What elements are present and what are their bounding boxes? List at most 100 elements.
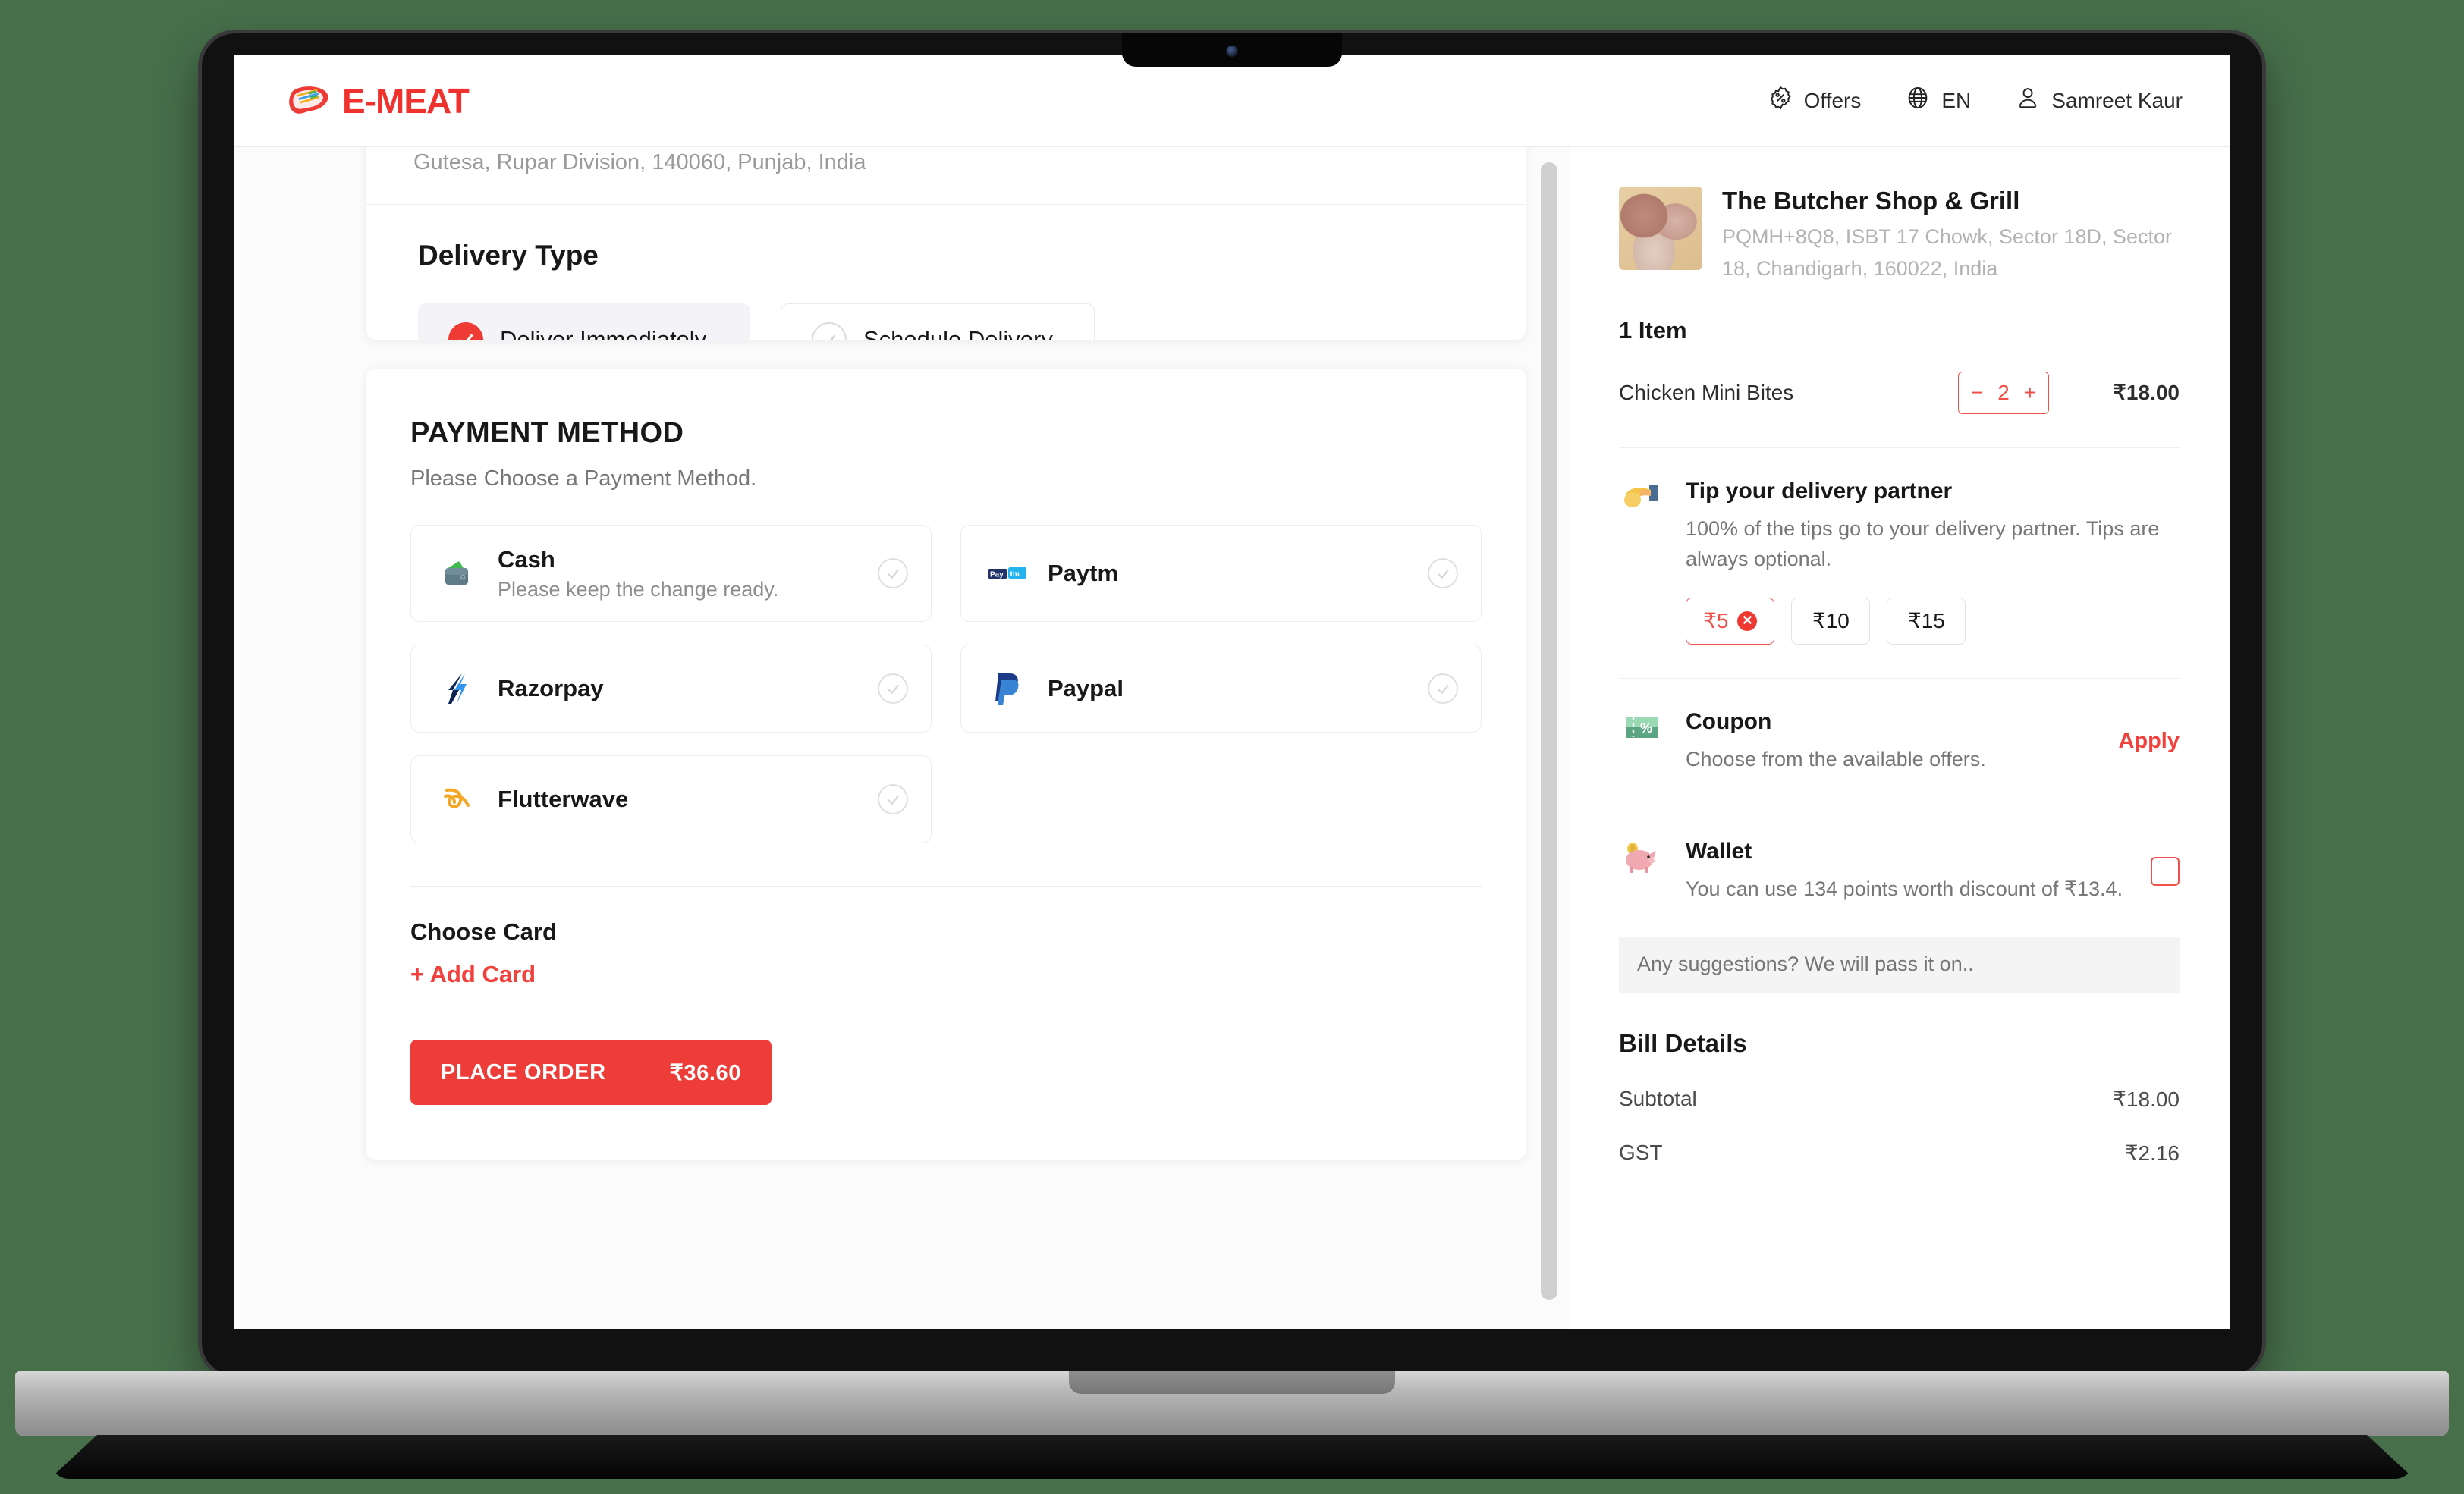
brand-logo[interactable]: E-MEAT: [288, 80, 470, 121]
payment-option-flutterwave[interactable]: Flutterwave: [410, 755, 932, 843]
bill-row-value: ₹2.16: [2124, 1141, 2180, 1165]
quantity-decrease-button[interactable]: −: [1971, 381, 1983, 405]
payment-option-paypal[interactable]: Paypal: [960, 645, 1482, 733]
webcam-icon: [1226, 46, 1238, 57]
quantity-stepper[interactable]: − 2 +: [1958, 371, 2049, 414]
bill-row-label: Subtotal: [1619, 1086, 1697, 1110]
wallet-icon: [437, 553, 478, 594]
laptop-foot: [49, 1435, 2415, 1479]
delivery-type-title: Delivery Type: [418, 240, 599, 271]
user-name: Samreet Kaur: [2051, 88, 2183, 112]
store-thumbnail-image: [1619, 187, 1702, 270]
steak-logo-icon: [288, 86, 332, 116]
header-actions: Offers EN Samreet Kaur: [1768, 85, 2183, 116]
bill-row-value: ₹18.00: [2113, 1087, 2180, 1111]
wallet-title: Wallet: [1686, 839, 1752, 865]
bill-row-label: GST: [1619, 1140, 1663, 1164]
check-circle-outline-icon: [1428, 673, 1458, 704]
place-order-label: PLACE ORDER: [441, 1059, 606, 1084]
tip-option-10[interactable]: ₹10: [1791, 597, 1871, 645]
tip-options: ₹5 ✕ ₹10 ₹15: [1686, 597, 2180, 645]
delivery-address-card: Gutesa, Rupar Division, 140060, Punjab, …: [366, 147, 1526, 340]
payment-method-list: Cash Please keep the change ready. Pay t…: [366, 491, 1526, 843]
site-header: E-MEAT Offers EN Samreet Kaur: [234, 55, 2230, 147]
flutterwave-icon: [437, 779, 478, 820]
delivery-type-options: Deliver Immediately Schedule Delivery: [366, 271, 1526, 340]
payment-option-paytm[interactable]: Pay tm Paytm: [960, 525, 1482, 622]
delivery-option-schedule[interactable]: Schedule Delivery: [781, 303, 1095, 340]
laptop-notch: [1122, 33, 1342, 67]
offers-label: Offers: [1803, 88, 1862, 112]
add-card-button[interactable]: + Add Card: [366, 946, 1526, 988]
payment-method-subtitle: Please Choose a Payment Method.: [410, 466, 757, 491]
payment-option-label: Flutterwave: [498, 786, 629, 812]
laptop-frame: E-MEAT Offers EN Samreet Kaur Gutesa, Ru…: [202, 33, 2262, 1376]
payment-method-title: PAYMENT METHOD: [410, 417, 684, 449]
delivery-option-label: Deliver Immediately: [500, 326, 707, 340]
coupon-description: Choose from the available offers.: [1686, 747, 1986, 771]
wallet-section: Wallet You can use 134 points worth disc…: [1619, 808, 2180, 905]
place-order-amount: ₹36.60: [669, 1060, 741, 1085]
scrollbar-track[interactable]: [1541, 147, 1564, 1329]
check-circle-outline-icon: [878, 673, 908, 704]
tip-description: 100% of the tips go to your delivery par…: [1686, 516, 2160, 571]
payment-option-razorpay[interactable]: Razorpay: [410, 645, 932, 733]
razorpay-icon: [437, 668, 478, 709]
language-label: EN: [1941, 88, 1972, 112]
coupon-section: % Coupon Choose from the available offer…: [1619, 679, 2180, 775]
wallet-checkbox[interactable]: [2151, 857, 2180, 887]
payment-option-label: Paytm: [1048, 560, 1119, 586]
laptop-base-notch: [1069, 1371, 1395, 1394]
svg-text:tm: tm: [1010, 570, 1020, 579]
bill-row-gst: GST ₹2.16: [1619, 1141, 2180, 1166]
store-name: The Butcher Shop & Grill: [1722, 187, 2020, 215]
user-menu[interactable]: Samreet Kaur: [2015, 85, 2183, 116]
apply-coupon-button[interactable]: Apply: [2118, 729, 2180, 754]
payment-option-label: Paypal: [1048, 675, 1124, 701]
quantity-increase-button[interactable]: +: [2024, 381, 2036, 405]
bill-row-subtotal: Subtotal ₹18.00: [1619, 1087, 2180, 1112]
cart-item-row: Chicken Mini Bites − 2 + ₹18.00: [1619, 371, 2180, 414]
svg-text:Pay: Pay: [990, 571, 1004, 579]
delivery-option-label: Schedule Delivery: [863, 326, 1053, 340]
piggy-bank-icon: [1619, 839, 1666, 905]
cart-item-name: Chicken Mini Bites: [1619, 380, 1794, 404]
place-order-button[interactable]: PLACE ORDER ₹36.60: [410, 1040, 772, 1105]
payment-option-cash[interactable]: Cash Please keep the change ready.: [410, 525, 932, 622]
checkout-page: Gutesa, Rupar Division, 140060, Punjab, …: [234, 147, 2230, 1329]
coupon-percent-icon: %: [1619, 709, 1666, 775]
delivery-option-immediate[interactable]: Deliver Immediately: [418, 303, 750, 340]
store-address: PQMH+8Q8, ISBT 17 Chowk, Sector 18D, Sec…: [1722, 225, 2172, 280]
browser-viewport: E-MEAT Offers EN Samreet Kaur Gutesa, Ru…: [234, 55, 2230, 1329]
coupon-title: Coupon: [1686, 708, 1772, 734]
check-circle-filled-icon: [448, 322, 483, 340]
hand-holding-money-icon: [1619, 479, 1666, 645]
store-info: The Butcher Shop & Grill PQMH+8Q8, ISBT …: [1619, 174, 2180, 285]
tip-option-label: ₹10: [1812, 609, 1850, 633]
person-icon: [2015, 85, 2041, 116]
check-circle-outline-icon: [878, 784, 908, 814]
bill-details-title: Bill Details: [1619, 1028, 1747, 1057]
tip-option-15[interactable]: ₹15: [1887, 597, 1966, 645]
checkout-left-column: Gutesa, Rupar Division, 140060, Punjab, …: [234, 147, 1570, 1329]
globe-icon: [1905, 85, 1931, 116]
tip-section: Tip your delivery partner 100% of the ti…: [1619, 448, 2180, 645]
remove-circle-icon[interactable]: ✕: [1737, 610, 1758, 631]
scrollbar-thumb[interactable]: [1541, 162, 1557, 1300]
delivery-address-text: Gutesa, Rupar Division, 140060, Punjab, …: [413, 150, 866, 174]
paytm-icon: Pay tm: [987, 553, 1028, 594]
suggestion-input[interactable]: [1619, 936, 2180, 993]
payment-method-card: PAYMENT METHOD Please Choose a Payment M…: [366, 369, 1526, 1160]
brand-name: E-MEAT: [342, 80, 470, 121]
payment-option-label: Cash: [498, 545, 555, 573]
quantity-value: 2: [1997, 380, 2010, 404]
check-circle-outline-icon: [1428, 558, 1458, 588]
language-selector[interactable]: EN: [1905, 85, 1971, 116]
payment-option-label: Razorpay: [498, 675, 604, 701]
offers-button[interactable]: Offers: [1768, 85, 1862, 116]
item-count-label: 1 Item: [1619, 316, 1687, 344]
choose-card-label: Choose Card: [410, 918, 557, 945]
tip-option-5[interactable]: ₹5 ✕: [1686, 597, 1775, 645]
wallet-description: You can use 134 points worth discount of…: [1686, 877, 2123, 901]
tip-option-label: ₹5: [1703, 609, 1729, 633]
